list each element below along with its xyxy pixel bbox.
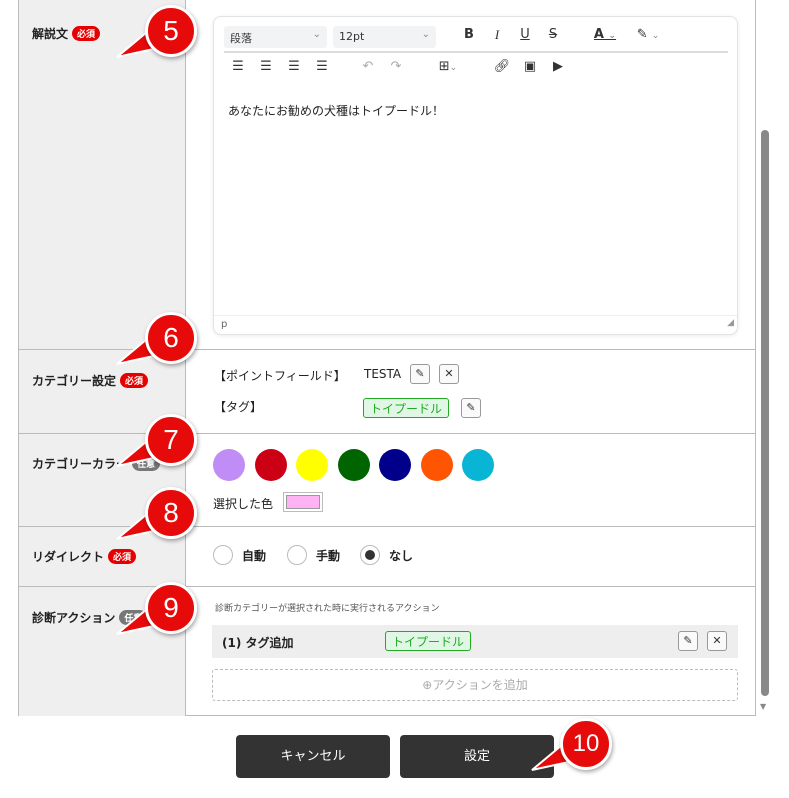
radio-none[interactable] [360,545,380,565]
callout-number: 9 [145,582,197,634]
remove-point-field-button[interactable]: ✕ [439,364,459,384]
action-tag-badge: トイプードル [385,631,472,651]
bold-icon[interactable]: B [459,27,479,42]
tag-label: 【タグ】 [214,400,263,414]
redo-icon[interactable]: ↷ [386,59,406,74]
add-action-label: アクションを追加 [432,678,528,692]
selected-color-label: 選択した色 [213,497,274,511]
justify-icon[interactable]: ☰ [312,59,332,74]
scrollbar[interactable]: ▼ [760,0,770,716]
remove-action-button[interactable]: ✕ [707,631,727,651]
callout-number: 8 [145,487,197,539]
toolbar-divider [224,51,728,53]
link-icon[interactable]: 🔗︎ [492,59,512,74]
action-item: (1) タグ追加 トイプードル ✎ ✕ [212,625,738,658]
edit-point-field-button[interactable]: ✎ [410,364,430,384]
cancel-button[interactable]: キャンセル [236,735,390,778]
color-swatch[interactable] [337,449,370,481]
callout-number: 6 [145,312,197,364]
callout-badge: 6 [116,312,197,365]
font-size-select[interactable]: 12pt ⌄ [333,26,436,48]
color-swatch[interactable] [254,449,287,481]
image-icon[interactable]: ▣ [520,59,540,74]
radio-label: 自動 [242,549,267,563]
action-hint: 診断カテゴリーが選択された時に実行されるアクション [215,604,440,614]
plus-circle-icon: ⊕ [422,678,433,692]
label-redirect: リダイレクト [32,550,105,564]
align-right-icon[interactable]: ☰ [284,59,304,74]
required-badge: 必須 [120,373,149,388]
point-field-value: TESTA [364,367,402,381]
font-color-icon[interactable]: A ⌄ [590,27,620,42]
italic-icon[interactable]: I [487,27,507,43]
callout-number: 5 [145,5,197,57]
add-action-button[interactable]: ⊕アクションを追加 [212,669,738,701]
color-swatch[interactable] [296,449,328,481]
radio-auto[interactable] [213,545,233,565]
callout-badge: 7 [116,414,197,467]
action-title: (1) タグ追加 [222,636,294,650]
selected-color-fill [286,495,320,509]
chevron-down-icon: ⌄ [421,29,430,40]
callout-badge: 9 [116,582,197,635]
undo-icon[interactable]: ↶ [358,59,378,74]
media-icon[interactable]: ▶ [548,59,568,74]
block-format-select[interactable]: 段落 ⌄ [224,26,327,48]
callout-badge: 5 [116,5,197,58]
editor-content[interactable]: あなたにお勧めの犬種はトイプードル！ [214,87,737,315]
chevron-down-icon: ⌄ [312,29,321,40]
align-left-icon[interactable]: ☰ [228,59,248,74]
label-description: 解説文 [32,27,69,41]
align-center-icon[interactable]: ☰ [256,59,276,74]
scrollbar-thumb[interactable] [761,130,769,696]
highlight-icon[interactable]: ✎ ⌄ [632,27,664,42]
font-size-value: 12pt [339,30,365,43]
callout-badge: 8 [116,487,197,540]
underline-icon[interactable]: U [515,27,535,42]
editor-statusbar: p ◢ [214,315,737,335]
radio-label: 手動 [316,549,341,563]
callout-number: 7 [145,414,197,466]
callout-badge: 10 [531,718,612,771]
rich-text-editor: 段落 ⌄ 12pt ⌄ B I U S A ⌄ ✎ ⌄ ☰ ☰ ☰ ☰ ↶ ↷ ⊞⌄… [213,16,738,335]
edit-tag-button[interactable]: ✎ [461,398,481,418]
scroll-down-arrow-icon[interactable]: ▼ [760,702,766,711]
strikethrough-icon[interactable]: S [543,27,563,42]
editor-text: あなたにお勧めの犬種はトイプードル！ [228,104,445,118]
radio-label: なし [389,549,414,563]
tag-badge: トイプードル [363,398,450,418]
label-category: カテゴリー設定 [32,374,117,388]
color-swatch[interactable] [420,449,453,481]
color-swatch[interactable] [462,449,494,481]
edit-action-button[interactable]: ✎ [678,631,698,651]
selected-color-preview [283,492,323,512]
resize-handle-icon[interactable]: ◢ [727,318,734,328]
callout-number: 10 [560,718,612,770]
required-badge: 必須 [108,549,137,564]
color-swatch[interactable] [213,449,245,481]
block-format-value: 段落 [230,32,252,45]
radio-manual[interactable] [287,545,307,565]
element-path: p [221,319,228,330]
color-swatch[interactable] [379,449,411,481]
table-icon[interactable]: ⊞⌄ [432,59,464,74]
point-field-label: 【ポイントフィールド】 [214,369,346,383]
